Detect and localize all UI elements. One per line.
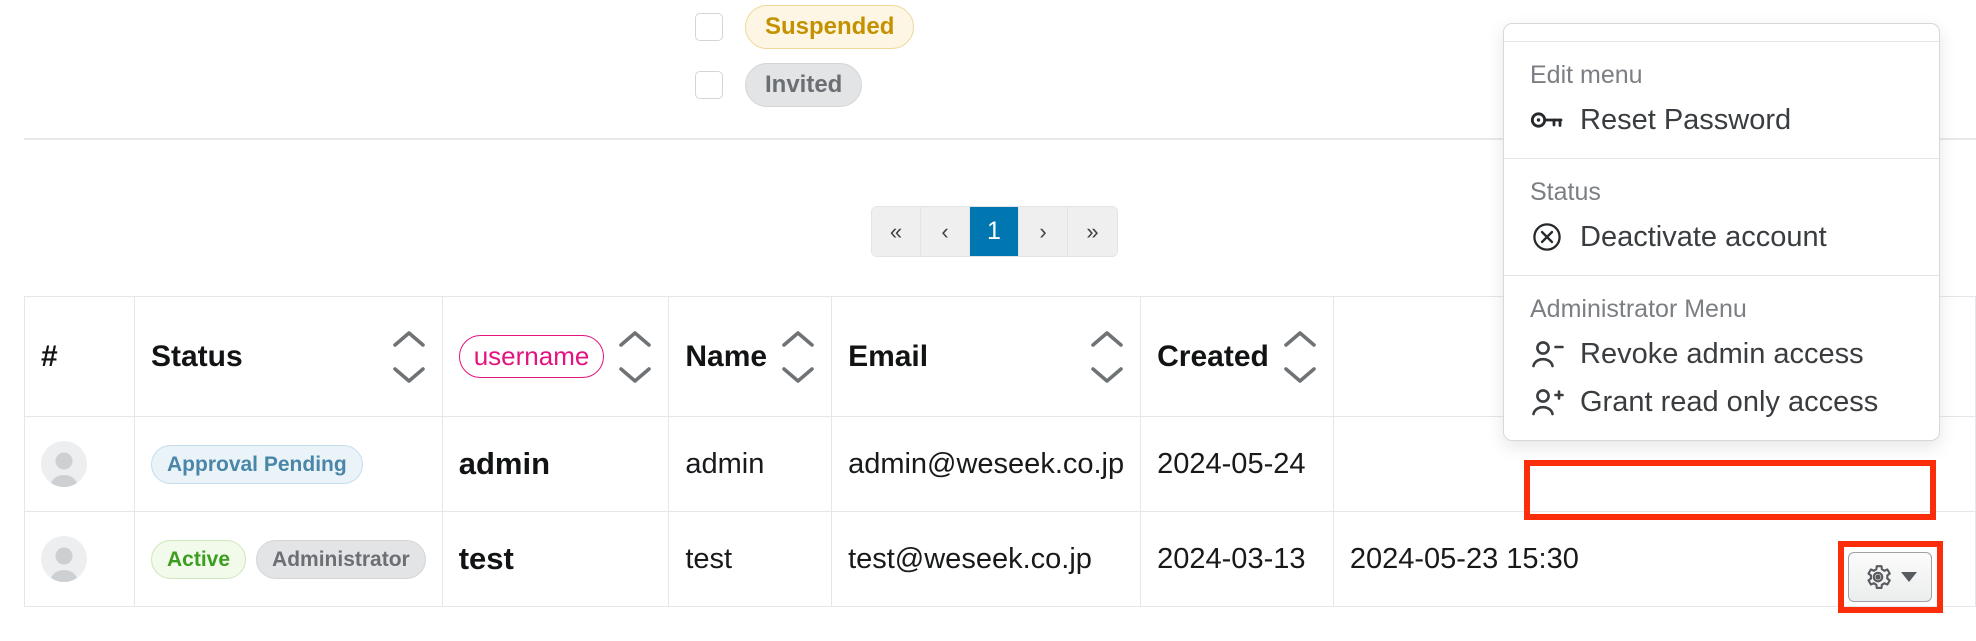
table-header-username-label: username — [458, 335, 605, 378]
menu-item-grant-read-only-access-label: Grant read only access — [1580, 385, 1879, 418]
row-username-cell: admin — [441, 416, 670, 512]
circle-x-icon — [1530, 220, 1564, 254]
status-badge: Approval Pending — [151, 444, 363, 484]
dropdown-section-status: Status Deactivate account — [1504, 158, 1939, 275]
chevron-up-icon — [1091, 330, 1123, 347]
row-avatar-cell — [24, 416, 135, 512]
dropdown-header-edit-menu: Edit menu — [1530, 61, 1643, 89]
row-email-cell: admin@weseek.co.jp — [831, 416, 1142, 512]
role-badge: Administrator — [256, 539, 426, 579]
pagination-next[interactable]: › — [1019, 207, 1068, 256]
row-name-cell: admin — [668, 416, 833, 512]
menu-item-reset-password-label: Reset Password — [1580, 103, 1792, 136]
chevron-down-icon — [782, 366, 814, 383]
menu-item-deactivate-account-label: Deactivate account — [1580, 220, 1827, 253]
chevron-down-icon — [1091, 366, 1123, 383]
row-email-cell: test@weseek.co.jp — [831, 511, 1142, 607]
table-body: Approval Pending admin admin admin@wesee… — [24, 416, 1976, 607]
sort-control-created[interactable] — [1283, 330, 1317, 384]
filter-checkbox-invited[interactable] — [695, 71, 723, 99]
table-header-index-label: # — [41, 339, 58, 373]
chevron-up-icon — [392, 330, 425, 347]
table-header-email-label: Email — [848, 339, 929, 373]
chevron-down-icon — [619, 366, 652, 383]
menu-item-grant-read-only-access[interactable]: Grant read only access — [1504, 378, 1939, 426]
row-created-cell: 2024-05-24 — [1140, 416, 1334, 512]
table-header-email[interactable]: Email — [831, 296, 1142, 417]
table-header-index: # — [24, 296, 135, 417]
status-badge: Active — [151, 539, 247, 579]
menu-item-revoke-admin-access-label: Revoke admin access — [1580, 337, 1864, 370]
table-row: Active Administrator test test test@wese… — [24, 511, 1976, 607]
user-action-dropdown-menu: Edit menu Reset Password Status Deactiva… — [1503, 23, 1940, 441]
chevron-up-icon — [619, 330, 652, 347]
table-header-created[interactable]: Created — [1140, 296, 1334, 417]
row-status-cell: Active Administrator — [134, 511, 443, 607]
row-status-cell: Approval Pending — [134, 416, 443, 512]
pagination-last[interactable]: » — [1068, 207, 1117, 256]
menu-item-deactivate-account[interactable]: Deactivate account — [1504, 213, 1939, 261]
pagination-page-1[interactable]: 1 — [970, 207, 1019, 256]
filter-row-invited: Invited — [695, 63, 863, 107]
row-username-cell: test — [441, 511, 670, 607]
key-icon — [1530, 103, 1564, 137]
chevron-down-icon — [392, 366, 425, 383]
row-action-menu-button[interactable] — [1848, 552, 1932, 602]
sort-control-name[interactable] — [781, 330, 815, 384]
sort-control-status[interactable] — [392, 330, 426, 384]
chevron-up-icon — [1284, 330, 1316, 347]
chevron-up-icon — [782, 330, 814, 347]
dropdown-section-edit-menu: Edit menu Reset Password — [1504, 42, 1939, 158]
table-header-name-label: Name — [685, 339, 768, 373]
user-placeholder-icon — [51, 547, 77, 582]
pagination-first[interactable]: « — [872, 207, 921, 256]
table-header-status[interactable]: Status — [134, 296, 443, 417]
row-avatar-cell — [24, 511, 135, 607]
filter-badge-suspended[interactable]: Suspended — [745, 5, 915, 49]
chevron-down-icon — [1901, 572, 1917, 582]
dropdown-top-spacer — [1504, 24, 1939, 42]
page-root: Suspended Invited « ‹ 1 › » # Status use… — [0, 0, 1976, 641]
filter-row-suspended: Suspended — [695, 5, 915, 49]
dropdown-section-administrator-menu: Administrator Menu Revoke admin access G… — [1504, 275, 1939, 440]
pagination-prev[interactable]: ‹ — [921, 207, 970, 256]
row-name-cell: test — [668, 511, 833, 607]
dropdown-header-administrator-menu: Administrator Menu — [1530, 295, 1747, 323]
table-header-status-label: Status — [151, 339, 243, 373]
filter-badge-invited[interactable]: Invited — [745, 63, 863, 107]
pagination: « ‹ 1 › » — [872, 207, 1117, 256]
avatar — [41, 536, 87, 582]
filter-checkbox-suspended[interactable] — [695, 13, 723, 41]
menu-item-revoke-admin-access[interactable]: Revoke admin access — [1504, 330, 1939, 378]
row-created-cell: 2024-03-13 — [1140, 511, 1334, 607]
menu-item-reset-password[interactable]: Reset Password — [1504, 96, 1939, 144]
table-header-username[interactable]: username — [441, 296, 670, 417]
chevron-down-icon — [1284, 366, 1316, 383]
user-placeholder-icon — [51, 452, 77, 487]
dropdown-header-status: Status — [1530, 178, 1601, 206]
avatar — [41, 441, 87, 487]
gear-icon — [1867, 565, 1891, 589]
table-header-name[interactable]: Name — [668, 296, 833, 417]
table-header-created-label: Created — [1157, 339, 1269, 373]
user-plus-icon — [1530, 385, 1564, 419]
user-minus-icon — [1530, 337, 1564, 371]
sort-control-email[interactable] — [1090, 330, 1124, 384]
sort-control-username[interactable] — [618, 330, 652, 384]
